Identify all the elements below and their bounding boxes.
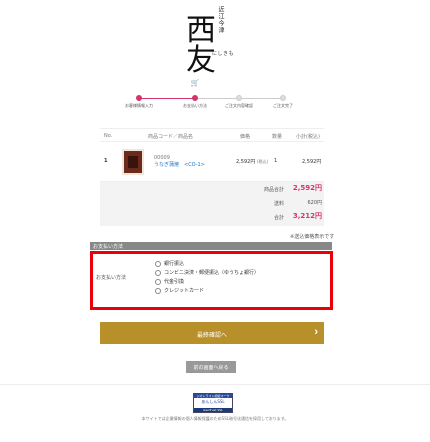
chevron-right-icon: › <box>314 326 318 338</box>
option-label: クレジットカード <box>164 288 205 294</box>
final-confirm-button[interactable]: 最終確認へ › <box>100 322 324 344</box>
shipping-label: 送料 <box>273 201 284 207</box>
grand-total-row: 合計 3,212円 <box>100 210 324 224</box>
back-label: 前の画面へ戻る <box>193 365 229 371</box>
payment-option-cod[interactable]: 代金引換 <box>155 278 184 285</box>
radio-button[interactable] <box>155 287 161 294</box>
product-price: 2,592円 <box>236 159 256 165</box>
goods-total-row: 商品合計 2,592円 <box>100 182 324 196</box>
payment-option-bank[interactable]: 銀行振込 <box>155 260 184 267</box>
col-code: 商品コード／商品名 <box>148 134 194 140</box>
cart-icon: 🛒 <box>190 79 200 87</box>
product-name-link[interactable]: うなぎ蒲焼 <CO-1> <box>154 161 205 168</box>
goods-total-value: 2,592円 <box>292 184 322 192</box>
confirm-label: 最終確認へ <box>196 333 227 339</box>
radio-button[interactable] <box>155 269 161 276</box>
footer-text: 本サイトでは企業情報の個人情報保護のためSSL暗号化通信を採用しております。 <box>141 416 289 421</box>
footer-divider <box>0 384 430 385</box>
row-no: 1 <box>104 158 108 164</box>
shipping-row: 送料 620円 <box>100 196 324 210</box>
radio-button[interactable] <box>155 278 161 285</box>
step-dot <box>136 95 142 101</box>
order-totals: 商品合計 2,592円 送料 620円 合計 3,212円 <box>100 182 324 226</box>
col-subtotal: 小計(税込) <box>296 134 320 140</box>
seal-mid: あんしんSSL <box>201 399 225 404</box>
option-label: 銀行振込 <box>164 261 185 267</box>
col-qty: 数量 <box>272 134 283 140</box>
product-image[interactable] <box>122 149 144 175</box>
back-button[interactable]: 前の画面へ戻る <box>186 361 236 373</box>
goods-total-label: 商品合計 <box>263 187 284 193</box>
step-label: ご注文完了 <box>273 103 293 108</box>
step-label: ご注文内容確認 <box>225 103 253 108</box>
payment-option-credit[interactable]: クレジットカード <box>155 287 204 294</box>
option-label: コンビニ決済・郵便振込（ゆうちょ銀行） <box>164 270 260 276</box>
step-dot <box>280 95 286 101</box>
progress-fill <box>139 98 195 99</box>
seal-top: ジオトラスト認証マーク <box>194 394 232 398</box>
price-tax-note: (税込) <box>257 159 269 164</box>
logo-mark: 西友 <box>186 13 216 78</box>
grand-total-value: 3,212円 <box>292 212 322 220</box>
brand-logo[interactable]: 近江今津 西友 にしきも <box>186 6 242 76</box>
grand-total-label: 合計 <box>273 215 284 221</box>
order-table: No. 商品コード／商品名 価格 数量 小計(税込) 1 00009 うなぎ蒲焼… <box>100 128 324 226</box>
table-header: No. 商品コード／商品名 価格 数量 小計(税込) <box>100 128 324 142</box>
seal-bottom: GeoTrust SSL <box>194 408 232 412</box>
step-dot <box>192 95 198 101</box>
highlight-frame <box>90 251 333 310</box>
step-label: お客様情報入力 <box>125 103 153 108</box>
checkout-progress: お客様情報入力 🛒 お支払い方法 ご注文内容確認 ご注文完了 <box>118 79 304 108</box>
step-dot <box>236 95 242 101</box>
col-price: 価格 <box>240 134 251 140</box>
step-label: お支払い方法 <box>183 103 207 108</box>
payment-method-label: お支払い方法 <box>96 275 127 281</box>
tax-note: ※送込価格表示です <box>290 234 335 240</box>
logo-reading: にしきも <box>212 51 235 57</box>
row-subtotal: 2,592円 <box>302 159 322 165</box>
radio-button[interactable] <box>155 260 161 267</box>
col-no: No. <box>104 133 113 139</box>
payment-option-convenience[interactable]: コンビニ決済・郵便振込（ゆうちょ銀行） <box>155 269 259 276</box>
table-row: 1 00009 うなぎ蒲焼 <CO-1> 2,592円 (税込) 1 2,592… <box>100 142 324 182</box>
payment-section-header: お支払い方法 <box>90 242 332 250</box>
product-qty: 1 <box>274 158 278 164</box>
ssl-seal[interactable]: ジオトラスト認証マーク あんしんSSL GeoTrust SSL <box>193 393 233 413</box>
payment-section-title: お支払い方法 <box>93 244 124 250</box>
option-label: 代金引換 <box>164 279 185 285</box>
shipping-value: 620円 <box>307 200 322 206</box>
